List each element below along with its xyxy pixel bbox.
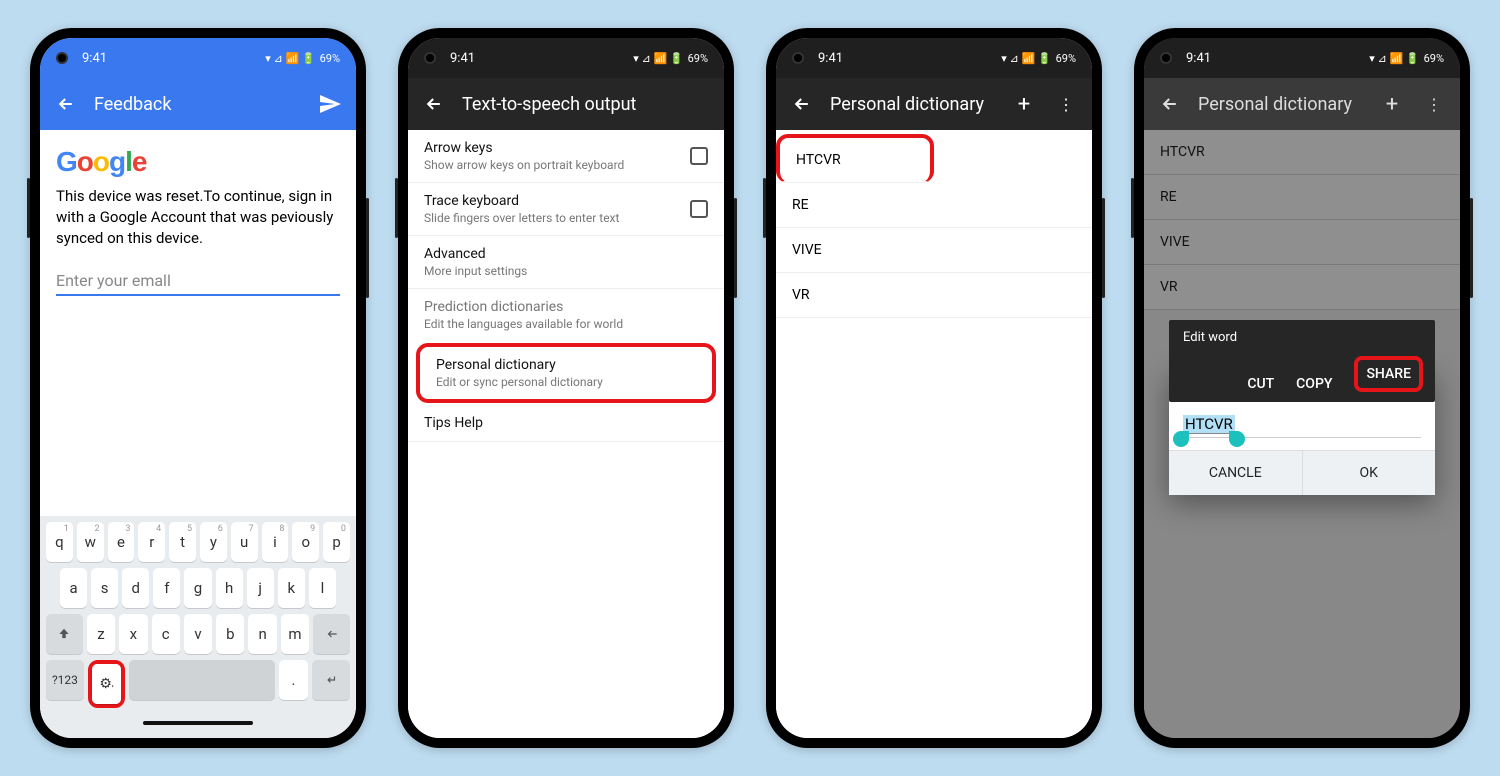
send-icon[interactable] [316, 90, 344, 118]
dict-word[interactable]: RE [776, 183, 1092, 228]
symbols-key[interactable]: ?123 [46, 660, 84, 700]
status-bar: 9:41 ▾ ⊿ 📶 🔋 69% [408, 38, 724, 78]
dict-word[interactable]: VR [776, 273, 1092, 318]
key-u[interactable]: u7 [231, 522, 258, 562]
backspace-key[interactable] [313, 614, 350, 654]
phone-1: 9:41 ▾ ⊿ 📶 🔋 69% Feedback Google This de… [30, 28, 366, 748]
key-t[interactable]: t5 [169, 522, 196, 562]
dict-word[interactable]: VIVE [776, 228, 1092, 273]
back-icon[interactable] [52, 90, 80, 118]
key-r[interactable]: r4 [138, 522, 165, 562]
key-d[interactable]: d [122, 568, 149, 608]
key-h[interactable]: h [216, 568, 243, 608]
key-w[interactable]: w2 [77, 522, 104, 562]
cut-action[interactable]: CUT [1247, 376, 1274, 392]
clock: 9:41 [818, 51, 843, 66]
dict-word[interactable]: HTCVR [776, 134, 934, 183]
section-header: Prediction dictionariesEdit the language… [408, 289, 724, 341]
phone-2: 9:41 ▾ ⊿ 📶 🔋 69% Text-to-speech output A… [398, 28, 734, 748]
key-j[interactable]: j [247, 568, 274, 608]
key-e[interactable]: e3 [108, 522, 135, 562]
phone-4: 9:41 ▾ ⊿ 📶 🔋 69% Personal dictionary + ⋮… [1134, 28, 1470, 748]
tips-help-item[interactable]: Tips Help [408, 405, 724, 442]
personal-dictionary-item[interactable]: Personal dictionaryEdit or sync personal… [416, 343, 716, 403]
back-icon[interactable] [1156, 90, 1184, 118]
clock: 9:41 [450, 51, 475, 66]
camera-hole [56, 52, 68, 64]
setting-item[interactable]: AdvancedMore input settings [408, 236, 724, 289]
copy-action[interactable]: COPY [1296, 376, 1332, 392]
email-field[interactable]: Enter your emall [56, 267, 340, 296]
setting-item[interactable]: Arrow keysShow arrow keys on portrait ke… [408, 130, 724, 183]
app-bar: Personal dictionary + ⋮ [776, 78, 1092, 130]
clock: 9:41 [1186, 51, 1211, 66]
period-key[interactable]: . [279, 660, 308, 700]
key-f[interactable]: f [153, 568, 180, 608]
app-bar: Personal dictionary + ⋮ [1144, 78, 1460, 130]
dictionary-list-dim: HTCVRREVIVEVR Edit word CUT COPY SHARE H… [1144, 130, 1460, 738]
key-y[interactable]: y6 [200, 522, 227, 562]
page-title: Personal dictionary [830, 94, 996, 115]
key-p[interactable]: p0 [323, 522, 350, 562]
selection-handle-left[interactable] [1173, 431, 1189, 447]
selected-word[interactable]: HTCVR [1183, 414, 1235, 433]
content: Google This device was reset.To continue… [40, 130, 356, 516]
key-a[interactable]: a [60, 568, 87, 608]
key-m[interactable]: m [281, 614, 309, 654]
more-icon[interactable]: ⋮ [1052, 90, 1080, 118]
back-icon[interactable] [420, 90, 448, 118]
dialog-label: Edit word [1183, 330, 1237, 345]
key-o[interactable]: o9 [292, 522, 319, 562]
shift-key[interactable] [46, 614, 83, 654]
key-v[interactable]: v [184, 614, 212, 654]
key-z[interactable]: z [87, 614, 115, 654]
key-b[interactable]: b [216, 614, 244, 654]
page-title: Feedback [94, 94, 302, 115]
instruction-text: This device was reset.To continue, sign … [40, 186, 356, 249]
selection-handle-right[interactable] [1229, 431, 1245, 447]
key-q[interactable]: q1 [46, 522, 73, 562]
back-icon[interactable] [788, 90, 816, 118]
key-l[interactable]: l [309, 568, 336, 608]
keyboard: q1w2e3r4t5y6u7i8o9p0 asdfghjkl zxcvbnm ?… [40, 516, 356, 738]
key-n[interactable]: n [248, 614, 276, 654]
status-bar: 9:41 ▾ ⊿ 📶 🔋 69% [40, 38, 356, 78]
page-title: Personal dictionary [1198, 94, 1364, 115]
status-icons: ▾ ⊿ 📶 🔋 69% [1001, 52, 1076, 65]
status-icons: ▾ ⊿ 📶 🔋 69% [1369, 52, 1444, 65]
status-bar: 9:41 ▾ ⊿ 📶 🔋 69% [776, 38, 1092, 78]
cancel-button[interactable]: CANCLE [1169, 451, 1303, 495]
google-logo: Google [40, 130, 356, 186]
phone-3: 9:41 ▾ ⊿ 📶 🔋 69% Personal dictionary + ⋮… [766, 28, 1102, 748]
enter-key[interactable] [312, 660, 350, 700]
status-icons: ▾ ⊿ 📶 🔋 69% [265, 52, 340, 65]
key-i[interactable]: i8 [262, 522, 289, 562]
status-bar: 9:41 ▾ ⊿ 📶 🔋 69% [1144, 38, 1460, 78]
key-c[interactable]: c [152, 614, 180, 654]
share-action[interactable]: SHARE [1354, 356, 1423, 392]
page-title: Text-to-speech output [462, 94, 712, 115]
edit-word-dialog: Edit word CUT COPY SHARE HTCVR CANCLE OK [1169, 370, 1435, 495]
add-icon[interactable]: + [1010, 90, 1038, 118]
app-bar: Text-to-speech output [408, 78, 724, 130]
key-k[interactable]: k [278, 568, 305, 608]
key-s[interactable]: s [91, 568, 118, 608]
space-key[interactable] [129, 660, 275, 700]
context-menu: Edit word CUT COPY SHARE [1169, 320, 1435, 402]
key-g[interactable]: g [184, 568, 211, 608]
home-indicator[interactable] [46, 714, 350, 732]
dictionary-list: HTCVRREVIVEVR [776, 130, 1092, 738]
settings-key[interactable]: ⚙, [92, 664, 121, 704]
status-icons: ▾ ⊿ 📶 🔋 69% [633, 52, 708, 65]
ok-button[interactable]: OK [1303, 451, 1436, 495]
checkbox[interactable] [690, 147, 708, 165]
clock: 9:41 [82, 51, 107, 66]
settings-list: Arrow keysShow arrow keys on portrait ke… [408, 130, 724, 738]
setting-item[interactable]: Trace keyboardSlide fingers over letters… [408, 183, 724, 236]
app-bar: Feedback [40, 78, 356, 130]
key-x[interactable]: x [119, 614, 147, 654]
more-icon[interactable]: ⋮ [1420, 90, 1448, 118]
add-icon[interactable]: + [1378, 90, 1406, 118]
checkbox[interactable] [690, 200, 708, 218]
